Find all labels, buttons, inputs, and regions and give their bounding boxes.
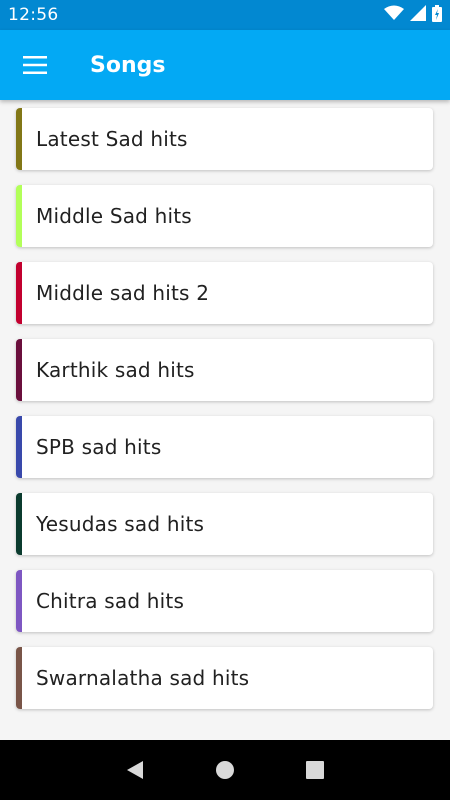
back-triangle-icon[interactable] bbox=[115, 750, 155, 790]
app-bar: Songs bbox=[0, 30, 450, 100]
list-item[interactable]: Chitra sad hits bbox=[16, 570, 433, 632]
status-time: 12:56 bbox=[8, 5, 59, 25]
color-stripe bbox=[16, 493, 22, 555]
system-nav-bar bbox=[0, 740, 450, 800]
list-item-label: Middle Sad hits bbox=[36, 204, 192, 228]
list-item-label: Swarnalatha sad hits bbox=[36, 666, 250, 690]
color-stripe bbox=[16, 185, 22, 247]
status-icons bbox=[384, 4, 442, 26]
page-title: Songs bbox=[90, 52, 166, 78]
list-item[interactable]: Latest Sad hits bbox=[16, 108, 433, 170]
color-stripe bbox=[16, 339, 22, 401]
list-item[interactable]: Yesudas sad hits bbox=[16, 493, 433, 555]
color-stripe bbox=[16, 570, 22, 632]
list-item-label: Yesudas sad hits bbox=[36, 512, 205, 536]
list-item-label: Karthik sad hits bbox=[36, 358, 195, 382]
list-bottom-spacer bbox=[0, 720, 450, 740]
list-item[interactable]: Middle sad hits 2 bbox=[16, 262, 433, 324]
list-item[interactable]: SPB sad hits bbox=[16, 416, 433, 478]
list-item[interactable]: Karthik sad hits bbox=[16, 339, 433, 401]
signal-icon bbox=[410, 5, 426, 25]
songs-list: Latest Sad hits Middle Sad hits Middle sad… bbox=[0, 100, 450, 720]
list-item-label: Middle sad hits 2 bbox=[36, 281, 210, 305]
list-item-label: SPB sad hits bbox=[36, 435, 162, 459]
list-item[interactable]: Swarnalatha sad hits bbox=[16, 647, 433, 709]
list-item-label: Chitra sad hits bbox=[36, 589, 185, 613]
wifi-icon bbox=[384, 5, 404, 25]
list-item-label: Latest Sad hits bbox=[36, 127, 188, 151]
hamburger-menu-icon[interactable] bbox=[0, 30, 70, 100]
list-item[interactable]: Middle Sad hits bbox=[16, 185, 433, 247]
color-stripe bbox=[16, 647, 22, 709]
battery-icon bbox=[432, 4, 442, 26]
home-circle-icon[interactable] bbox=[205, 750, 245, 790]
status-bar: 12:56 bbox=[0, 0, 450, 30]
color-stripe bbox=[16, 262, 22, 324]
color-stripe bbox=[16, 416, 22, 478]
color-stripe bbox=[16, 108, 22, 170]
recents-square-icon[interactable] bbox=[295, 750, 335, 790]
